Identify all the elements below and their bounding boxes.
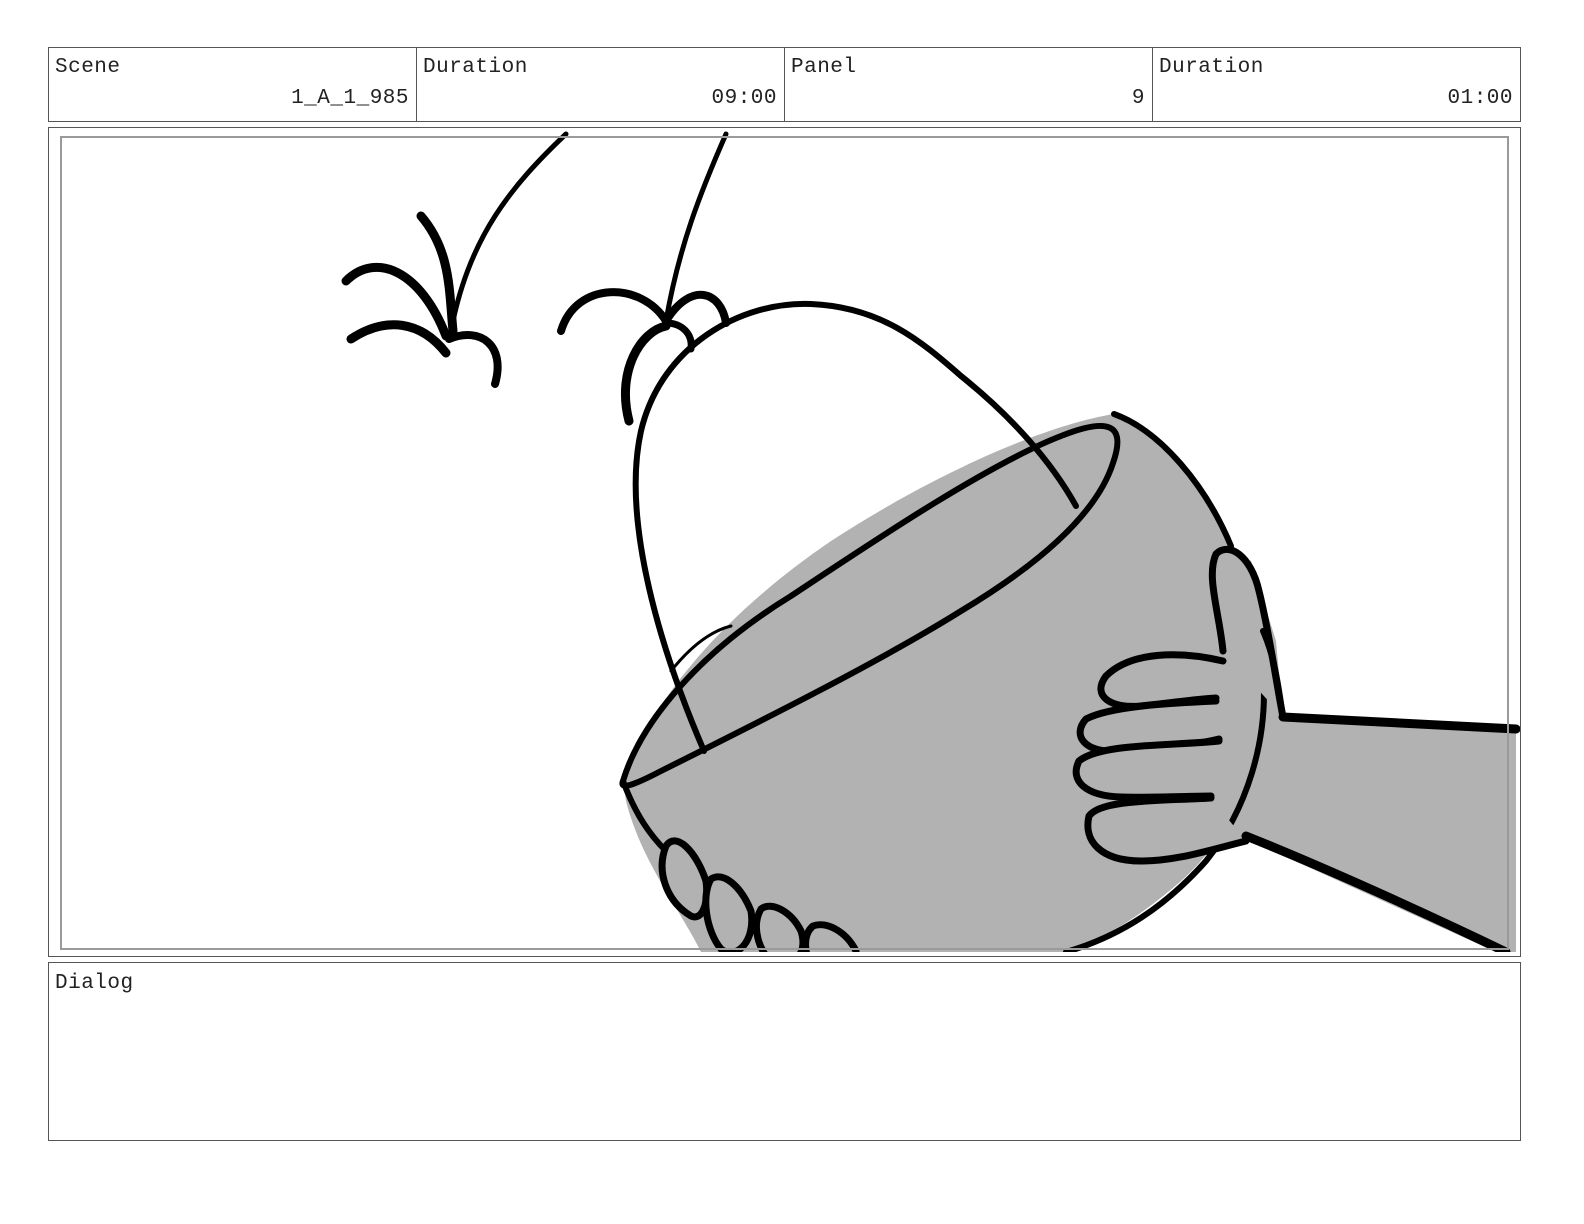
dialog-label: Dialog (55, 972, 134, 995)
panel-label: Panel (791, 56, 857, 79)
storyboard-header: Scene 1_A_1_985 Duration 09:00 Panel 9 D… (48, 47, 1521, 122)
panel-duration-cell: Duration 01:00 (1153, 48, 1520, 121)
panel-duration-label: Duration (1159, 56, 1264, 79)
panel-drawing (60, 131, 1520, 952)
scene-duration-label: Duration (423, 56, 528, 79)
panel-duration-value: 01:00 (1447, 87, 1513, 110)
leaf (445, 331, 502, 388)
storyboard-panel (48, 127, 1521, 957)
scene-value: 1_A_1_985 (291, 87, 409, 110)
scene-duration-value: 09:00 (711, 87, 777, 110)
finger (1072, 737, 1223, 801)
dialog-box[interactable]: Dialog (48, 962, 1521, 1141)
scene-duration-cell: Duration 09:00 (417, 48, 785, 121)
leaf (557, 288, 670, 335)
plant-stem-left (450, 131, 569, 324)
scene-label: Scene (55, 56, 121, 79)
scene-cell: Scene 1_A_1_985 (49, 48, 417, 121)
panel-cell: Panel 9 (785, 48, 1153, 121)
leaf (346, 320, 451, 358)
leaf (662, 290, 730, 327)
panel-value: 9 (1131, 87, 1145, 110)
